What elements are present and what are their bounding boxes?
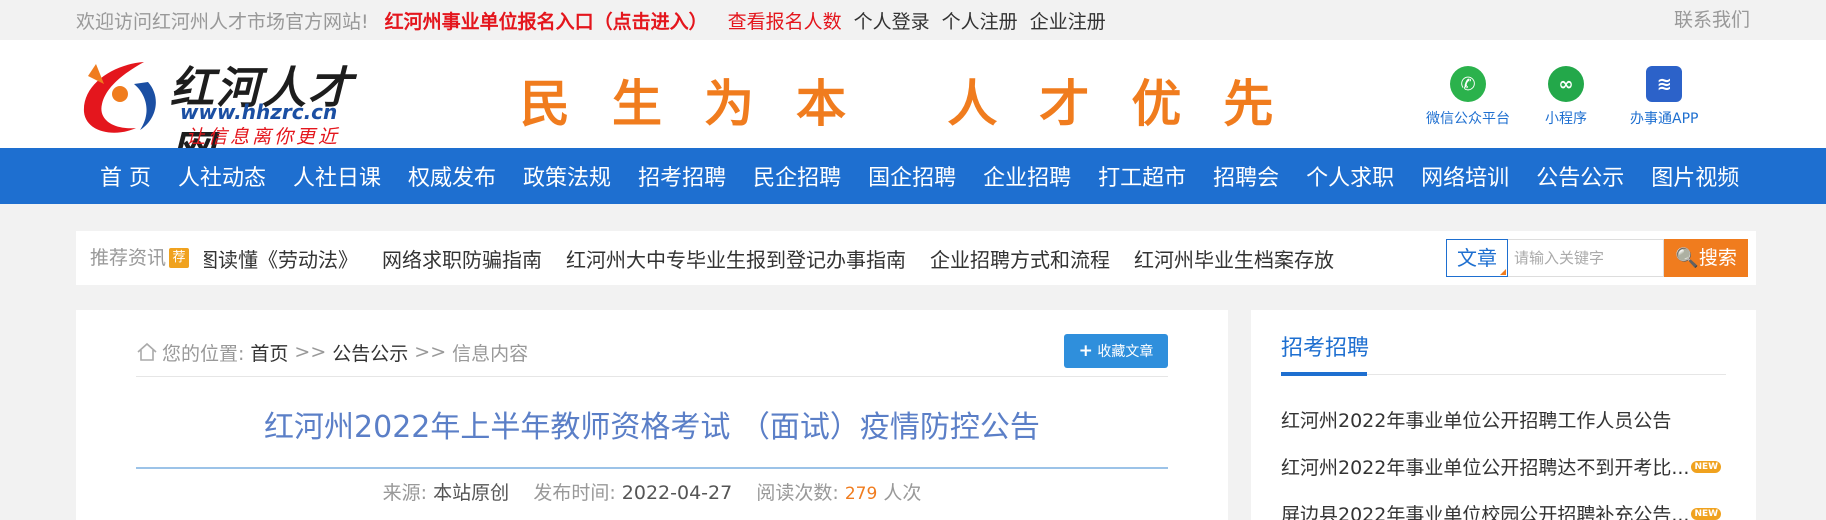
sidebar-news-item[interactable]: 红河州2022年事业单位公开招聘达不到开考比... NEW (1281, 443, 1726, 490)
recommend-badge: 荐 (169, 248, 189, 268)
date-label: 发布时间: (533, 482, 616, 504)
article-card: 您的位置: 首页 >> 公告公示 >> 信息内容 + 收藏文章 红河州2022年… (76, 310, 1228, 520)
view-applicants-link[interactable]: 查看报名人数 (728, 7, 842, 34)
personal-register-link[interactable]: 个人注册 (942, 7, 1018, 34)
banner-slogan: 民生为本 人才优先 (520, 74, 1316, 133)
sidebar-news-item[interactable]: 屏边县2022年事业单位校园公开招聘补充公告... NEW (1281, 490, 1726, 520)
logo-url: www.hhzrc.cn (180, 100, 338, 124)
breadcrumb: 您的位置: 首页 >> 公告公示 >> 信息内容 (136, 338, 528, 366)
logo-mark-icon (83, 62, 156, 133)
nav-private-recruit[interactable]: 民企招聘 (753, 160, 841, 192)
sidebar-panel: 招考招聘 红河州2022年事业单位公开招聘工作人员公告 红河州2022年事业单位… (1251, 310, 1756, 520)
mini-program-link[interactable]: ∞ 小程序 (1545, 66, 1587, 128)
new-badge: NEW (1691, 507, 1722, 520)
qr-label: 微信公众平台 (1426, 111, 1510, 127)
nav-hr-news[interactable]: 人社动态 (178, 160, 266, 192)
search-icon: 🔍 (1675, 247, 1699, 269)
app-link[interactable]: ≋ 办事通APP (1630, 66, 1698, 128)
breadcrumb-home[interactable]: 首页 (250, 339, 288, 366)
nav-media[interactable]: 图片视频 (1651, 160, 1739, 192)
recommend-item[interactable]: 企业招聘方式和流程 (930, 244, 1110, 273)
divider (136, 376, 1168, 377)
news-item-text: 红河州2022年事业单位公开招聘达不到开考比... (1281, 457, 1690, 479)
contact-us-link[interactable]: 联系我们 (1674, 0, 1750, 40)
site-logo[interactable]: 红河人才网 www.hhzrc.cn 让信息离你更近 (74, 48, 384, 178)
recommend-ticker: 图读懂《劳动法》 网络求职防骗指南 红河州大中专毕业生报到登记办事指南 企业招聘… (204, 231, 1364, 285)
news-item-text: 红河州2022年事业单位公开招聘工作人员公告 (1281, 410, 1672, 432)
recommend-item[interactable]: 红河州大中专毕业生报到登记办事指南 (566, 244, 906, 273)
nav-company-recruit[interactable]: 企业招聘 (983, 160, 1071, 192)
recommend-title: 推荐资讯 (90, 247, 167, 269)
plus-icon: + (1078, 341, 1093, 361)
nav-job-market[interactable]: 打工超市 (1098, 160, 1186, 192)
main-nav: 首 页 人社动态 人社日课 权威发布 政策法规 招考招聘 民企招聘 国企招聘 企… (0, 148, 1826, 204)
sidebar-news-item[interactable]: 红河州2022年事业单位公开招聘工作人员公告 (1281, 396, 1726, 443)
search-button-label: 搜索 (1698, 247, 1737, 269)
search-button[interactable]: 🔍搜索 (1664, 239, 1748, 277)
favorite-article-button[interactable]: + 收藏文章 (1064, 334, 1168, 368)
personal-login-link[interactable]: 个人登录 (854, 7, 930, 34)
company-register-link[interactable]: 企业注册 (1030, 7, 1106, 34)
home-icon (137, 342, 157, 361)
new-badge: NEW (1691, 460, 1722, 473)
breadcrumb-separator: >> (414, 341, 447, 363)
top-bar: 欢迎访问红河州人才市场官方网站! 红河州事业单位报名入口（点击进入） 查看报名人… (0, 0, 1826, 40)
breadcrumb-separator: >> (294, 341, 327, 363)
search-box: 文章 🔍搜索 (1446, 239, 1748, 277)
logo-slogan: 让信息离你更近 (186, 126, 341, 148)
source-label: 来源: (382, 482, 428, 504)
wechat-icon: ✆ (1450, 66, 1486, 102)
recommend-item[interactable]: 图读懂《劳动法》 (204, 244, 358, 273)
views-unit: 人次 (883, 482, 922, 504)
date-value: 2022-04-27 (621, 482, 733, 504)
nav-job-fair[interactable]: 招聘会 (1213, 160, 1279, 192)
mini-program-icon: ∞ (1548, 66, 1584, 102)
qr-label: 办事通APP (1630, 111, 1699, 127)
nav-job-seeking[interactable]: 个人求职 (1306, 160, 1394, 192)
title-underline (1281, 372, 1367, 376)
views-count: 279 (844, 484, 878, 504)
views-label: 阅读次数: (756, 482, 839, 504)
news-item-text: 屏边县2022年事业单位校园公开招聘补充公告... (1281, 504, 1690, 520)
nav-policy[interactable]: 政策法规 (523, 160, 611, 192)
breadcrumb-prefix: 您的位置: (162, 342, 245, 365)
site-header: 红河人才网 www.hhzrc.cn 让信息离你更近 民生为本 人才优先 ✆ 微… (0, 40, 1826, 178)
recommend-bar: 推荐资讯 荐 图读懂《劳动法》 网络求职防骗指南 红河州大中专毕业生报到登记办事… (76, 231, 1756, 285)
welcome-text: 欢迎访问红河州人才市场官方网站! (76, 10, 369, 33)
article-title: 红河州2022年上半年教师资格考试 （面试）疫情防控公告 (264, 410, 1040, 445)
recommend-item[interactable]: 红河州毕业生档案存放 (1134, 244, 1334, 273)
nav-home[interactable]: 首 页 (100, 160, 151, 192)
app-icon: ≋ (1646, 66, 1683, 102)
sidebar-title[interactable]: 招考招聘 (1281, 330, 1369, 362)
nav-daily-lesson[interactable]: 人社日课 (293, 160, 381, 192)
article-meta: 来源: 本站原创 发布时间: 2022-04-27 阅读次数: 279 人次 (136, 478, 1168, 505)
nav-online-training[interactable]: 网络培训 (1421, 160, 1509, 192)
wechat-platform-link[interactable]: ✆ 微信公众平台 (1426, 66, 1510, 128)
title-divider (136, 467, 1168, 469)
favorite-button-label: 收藏文章 (1097, 344, 1154, 360)
qr-label: 小程序 (1545, 111, 1587, 127)
registration-entry-link[interactable]: 红河州事业单位报名入口（点击进入） (385, 7, 708, 34)
breadcrumb-current: 信息内容 (452, 342, 529, 365)
nav-official-release[interactable]: 权威发布 (408, 160, 496, 192)
nav-announcements[interactable]: 公告公示 (1536, 160, 1624, 192)
nav-exam-recruit[interactable]: 招考招聘 (638, 160, 726, 192)
breadcrumb-section[interactable]: 公告公示 (332, 339, 408, 366)
search-type-select[interactable]: 文章 (1446, 239, 1508, 277)
recommend-item[interactable]: 网络求职防骗指南 (382, 244, 542, 273)
search-input[interactable] (1508, 239, 1664, 277)
nav-state-recruit[interactable]: 国企招聘 (868, 160, 956, 192)
source-value: 本站原创 (433, 482, 510, 504)
